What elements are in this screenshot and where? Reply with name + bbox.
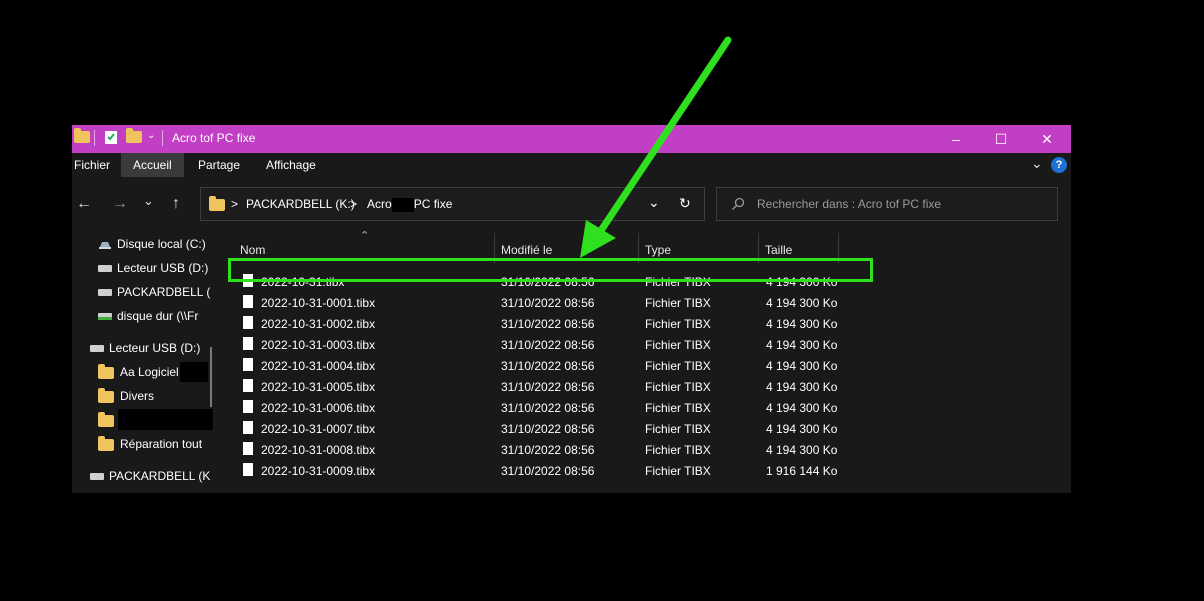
arrow-shaft	[596, 36, 732, 236]
annotation-arrow	[580, 36, 732, 258]
arrow-head	[580, 220, 616, 258]
